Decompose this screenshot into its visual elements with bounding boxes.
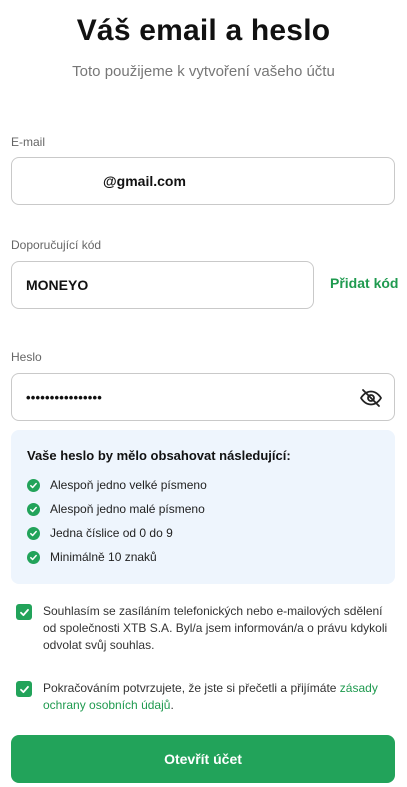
marketing-consent-checkbox[interactable]: [16, 604, 32, 620]
email-value: @gmail.com: [103, 173, 186, 189]
add-code-button[interactable]: Přidat kód: [330, 275, 398, 291]
marketing-consent: Souhlasím se zasíláním telefonických neb…: [16, 603, 393, 654]
password-requirements-title: Vaše heslo by mělo obsahovat následující…: [27, 448, 291, 463]
privacy-consent-checkbox[interactable]: [16, 681, 32, 697]
requirement-label: Minimálně 10 znaků: [50, 550, 157, 564]
privacy-consent-suffix: .: [170, 698, 174, 712]
requirement-item: Jedna číslice od 0 do 9: [27, 526, 173, 540]
check-icon: [27, 526, 40, 540]
open-account-button[interactable]: Otevřít účet: [11, 735, 395, 783]
privacy-consent: Pokračováním potvrzujete, že jste si pře…: [16, 680, 393, 714]
email-label: E-mail: [11, 135, 46, 149]
marketing-consent-text: Souhlasím se zasíláním telefonických neb…: [43, 604, 388, 652]
requirement-label: Alespoň jedno velké písmeno: [50, 478, 207, 492]
eye-slash-icon[interactable]: [359, 386, 383, 410]
requirement-label: Alespoň jedno malé písmeno: [50, 502, 205, 516]
referral-code-field[interactable]: MONEYO: [11, 261, 314, 309]
password-field[interactable]: ••••••••••••••••: [11, 373, 395, 421]
password-label: Heslo: [11, 350, 42, 364]
referral-code-value: MONEYO: [26, 277, 89, 293]
email-field[interactable]: @gmail.com: [11, 157, 395, 205]
requirement-label: Jedna číslice od 0 do 9: [50, 526, 173, 540]
password-requirements: Vaše heslo by mělo obsahovat následující…: [11, 430, 395, 584]
check-icon: [27, 478, 40, 492]
referral-code-label: Doporučující kód: [11, 238, 102, 252]
page-title: Váš email a heslo: [76, 14, 331, 47]
check-icon: [27, 502, 40, 516]
requirement-item: Alespoň jedno malé písmeno: [27, 502, 205, 516]
privacy-consent-prefix: Pokračováním potvrzujete, že jste si pře…: [43, 681, 340, 695]
check-icon: [27, 550, 40, 564]
page-subtitle: Toto použijeme k vytvoření vašeho účtu: [72, 63, 335, 80]
password-value: ••••••••••••••••: [26, 389, 103, 405]
privacy-consent-text: Pokračováním potvrzujete, že jste si pře…: [43, 680, 393, 714]
requirement-item: Alespoň jedno velké písmeno: [27, 478, 207, 492]
requirement-item: Minimálně 10 znaků: [27, 550, 157, 564]
checkmark-icon: [19, 608, 29, 616]
checkmark-icon: [19, 685, 29, 693]
